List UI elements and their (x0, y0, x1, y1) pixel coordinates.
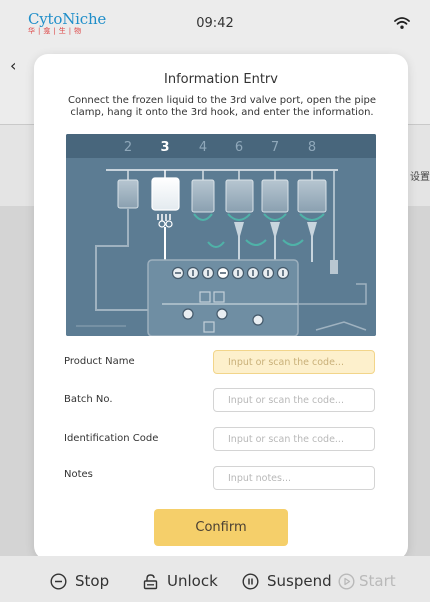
notes-label: Notes (64, 469, 93, 480)
port-number: 7 (271, 140, 279, 155)
identification-code-label: Identification Code (64, 433, 159, 444)
pause-icon (242, 572, 259, 590)
background-settings-text[interactable]: 设置 (410, 168, 430, 183)
notes-input[interactable] (213, 466, 375, 490)
identification-code-input[interactable] (213, 427, 375, 451)
valve-diagram-graphic: 2 3 4 6 7 8 (66, 134, 376, 336)
confirm-button[interactable]: Confirm (154, 509, 288, 546)
dialog-title: Information Entrv (164, 72, 278, 87)
unlock-label: Unlock (167, 572, 218, 590)
play-icon (338, 572, 355, 590)
valve-port-diagram: 2 3 4 6 7 8 (66, 134, 376, 336)
batch-no-label: Batch No. (64, 394, 113, 405)
product-name-label: Product Name (64, 356, 135, 367)
start-label: Start (359, 572, 396, 590)
back-chevron-icon[interactable]: ‹ (10, 56, 16, 75)
start-button[interactable]: Start (338, 572, 396, 590)
stop-button[interactable]: Stop (50, 572, 109, 590)
information-entry-dialog: Information Entrv Connect the frozen liq… (34, 54, 408, 560)
status-bar: CytoNiche 华|龛|生|物 09:42 (0, 0, 430, 44)
status-time: 09:42 (196, 16, 234, 31)
wifi-icon (394, 17, 410, 29)
unlock-button[interactable]: Unlock (142, 572, 218, 590)
stop-icon (50, 572, 67, 590)
suspend-label: Suspend (267, 572, 332, 590)
unlock-icon (143, 573, 158, 589)
port-number-highlighted: 3 (160, 140, 169, 155)
port-number: 4 (199, 140, 207, 155)
bottom-toolbar: Stop Unlock Suspend Start (0, 556, 430, 602)
suspend-button[interactable]: Suspend (242, 572, 332, 590)
dialog-instructions: Connect the frozen liquid to the 3rd val… (67, 95, 377, 118)
port-number: 8 (308, 140, 316, 155)
product-name-input[interactable] (213, 350, 375, 374)
port-number: 6 (235, 140, 243, 155)
batch-no-input[interactable] (213, 388, 375, 412)
stop-label: Stop (75, 572, 110, 590)
port-number: 2 (124, 140, 132, 155)
